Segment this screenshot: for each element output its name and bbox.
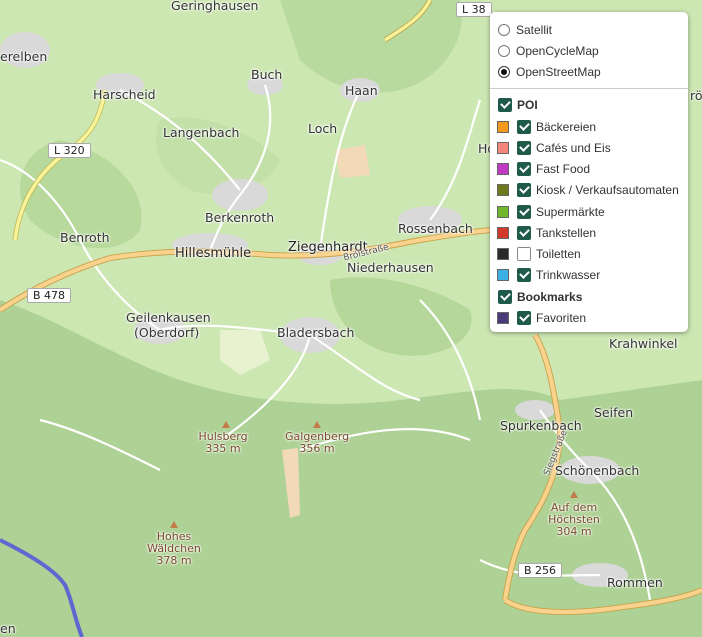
- base-layer-opencyclemap[interactable]: OpenCycleMap: [490, 42, 599, 60]
- base-layer-openstreetmap[interactable]: OpenStreetMap: [490, 63, 601, 81]
- meadow: [335, 145, 370, 178]
- layer-label: Favoriten: [536, 311, 587, 325]
- layer-label: Trinkwasser: [536, 268, 601, 282]
- overlay-tankstellen[interactable]: Tankstellen: [497, 224, 596, 242]
- layer-control-panel: Satellit OpenCycleMap OpenStreetMap POI …: [490, 12, 688, 332]
- overlay-group-bookmarks[interactable]: Bookmarks: [498, 288, 582, 306]
- overlay-favoriten[interactable]: Favoriten: [497, 309, 586, 327]
- radio-button-selected[interactable]: [498, 66, 510, 78]
- place-label: Haan: [345, 83, 378, 98]
- place-label: (Oberdorf): [134, 325, 200, 340]
- layer-label: Satellit: [516, 23, 553, 37]
- radio-button[interactable]: [498, 24, 510, 36]
- place-label: Langenbach: [163, 125, 240, 140]
- overlay-toiletten[interactable]: Toiletten: [497, 245, 581, 263]
- place-label: Geringhausen: [171, 0, 259, 13]
- color-swatch: [497, 312, 509, 324]
- layer-label: OpenCycleMap: [516, 44, 599, 58]
- layer-label: Fast Food: [536, 162, 591, 176]
- overlay-kiosk[interactable]: Kiosk / Verkaufsautomaten: [497, 181, 679, 199]
- road-shield: L 38: [456, 2, 492, 17]
- place-label: rö: [690, 88, 702, 103]
- checkbox[interactable]: [517, 311, 531, 325]
- group-label: POI: [517, 98, 538, 112]
- place-label: en: [0, 621, 16, 636]
- road-shield: L 320: [48, 143, 91, 158]
- place-label: erelben: [0, 49, 48, 64]
- layer-label: Tankstellen: [536, 226, 597, 240]
- place-label: Benroth: [60, 230, 110, 245]
- overlay-group-poi[interactable]: POI: [498, 96, 538, 114]
- place-label: Rommen: [607, 575, 663, 590]
- divider: [490, 88, 688, 89]
- layer-label: Kiosk / Verkaufsautomaten: [536, 183, 679, 197]
- road-shield: B 256: [518, 563, 563, 578]
- overlay-supermaerkte[interactable]: Supermärkte: [497, 203, 605, 221]
- checkbox[interactable]: [517, 205, 531, 219]
- layer-label: Toiletten: [536, 247, 581, 261]
- color-swatch: [497, 121, 509, 133]
- checkbox[interactable]: [498, 98, 512, 112]
- overlay-cafes[interactable]: Cafés und Eis: [497, 139, 611, 157]
- checkbox[interactable]: [498, 290, 512, 304]
- road-shield: B 478: [27, 288, 72, 303]
- place-label: Schönenbach: [555, 463, 640, 478]
- base-layer-satellit[interactable]: Satellit: [490, 21, 552, 39]
- layer-label: Bäckereien: [536, 120, 597, 134]
- place-label: Bladersbach: [277, 325, 355, 340]
- color-swatch: [497, 142, 509, 154]
- checkbox[interactable]: [517, 183, 531, 197]
- peak-label: Auf dem Höchsten 304 m: [548, 501, 600, 538]
- checkbox[interactable]: [517, 120, 531, 134]
- peak-label: Hohes Wäldchen 378 m: [147, 530, 201, 567]
- checkbox[interactable]: [517, 162, 531, 176]
- color-swatch: [497, 227, 509, 239]
- checkbox[interactable]: [517, 141, 531, 155]
- checkbox[interactable]: [517, 268, 531, 282]
- place-label: Spurkenbach: [500, 418, 582, 433]
- color-swatch: [497, 206, 509, 218]
- place-label: Hillesmühle: [175, 246, 252, 261]
- place-label: Berkenroth: [205, 210, 275, 225]
- place-label: Loch: [308, 121, 338, 136]
- place-label: Geilenkausen: [126, 310, 211, 325]
- place-label: Niederhausen: [347, 260, 434, 275]
- layer-label: Supermärkte: [536, 205, 605, 219]
- peak-label: Hulsberg 335 m: [198, 430, 248, 455]
- peak-label: Galgenberg 356 m: [285, 430, 350, 455]
- place-label: Buch: [251, 67, 283, 82]
- overlay-fastfood[interactable]: Fast Food: [497, 160, 590, 178]
- color-swatch: [497, 269, 509, 281]
- layer-label: OpenStreetMap: [516, 65, 601, 79]
- place-label: Seifen: [594, 405, 634, 420]
- checkbox[interactable]: [517, 247, 531, 261]
- group-label: Bookmarks: [517, 290, 583, 304]
- place-label: Harscheid: [93, 87, 156, 102]
- layer-label: Cafés und Eis: [536, 141, 611, 155]
- overlay-baeckereien[interactable]: Bäckereien: [497, 118, 596, 136]
- place-label: Krahwinkel: [609, 336, 678, 351]
- color-swatch: [497, 248, 509, 260]
- radio-button[interactable]: [498, 45, 510, 57]
- place-label: Rossenbach: [398, 221, 473, 236]
- checkbox[interactable]: [517, 226, 531, 240]
- color-swatch: [497, 184, 509, 196]
- overlay-trinkwasser[interactable]: Trinkwasser: [497, 266, 600, 284]
- color-swatch: [497, 163, 509, 175]
